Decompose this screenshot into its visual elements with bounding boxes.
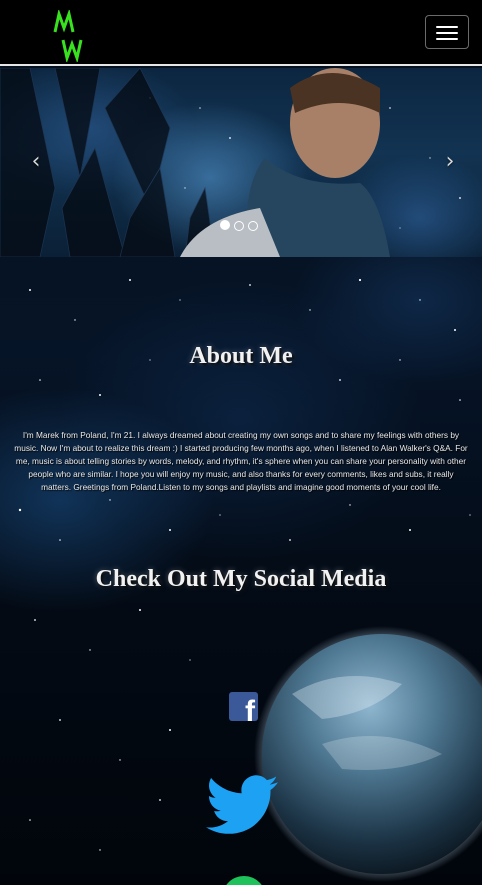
navbar [0,0,482,66]
social-heading: Check Out My Social Media [95,566,387,592]
twitter-icon [206,775,278,834]
planet-image [254,626,482,882]
carousel-next-button[interactable]: › [440,150,460,174]
about-heading: About Me [189,343,293,369]
carousel-prev-button[interactable]: ‹ [26,150,46,174]
facebook-link[interactable]: f [229,692,258,721]
carousel-indicator-3[interactable] [248,221,258,231]
page: ‹ › About Me I'm Marek from Poland, I'm … [0,0,482,885]
brand-logo[interactable] [50,10,86,62]
twitter-link[interactable] [206,774,278,836]
carousel-indicator-1[interactable] [220,220,230,230]
carousel-indicators [220,220,258,232]
about-text: I'm Marek from Poland, I'm 21. I always … [14,430,468,492]
carousel-indicator-2[interactable] [234,221,244,231]
chevron-right-icon: › [445,149,455,174]
hero-carousel: ‹ › [0,68,482,257]
facebook-icon: f [245,695,255,722]
chevron-left-icon: ‹ [31,149,41,174]
menu-toggle-button[interactable] [425,15,469,49]
